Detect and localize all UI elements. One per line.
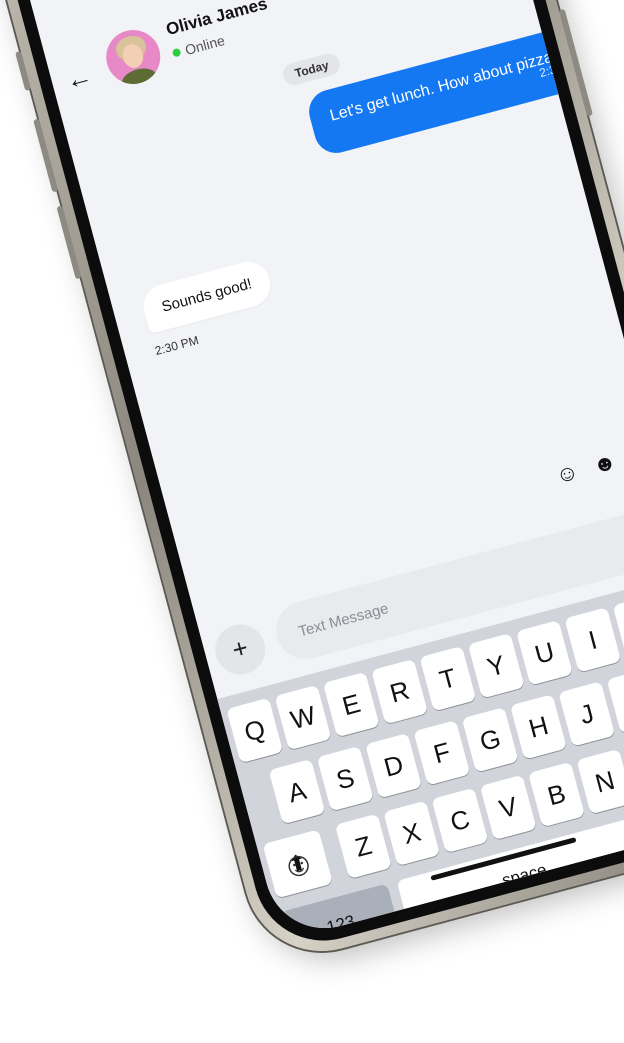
key-b[interactable]: B xyxy=(528,761,586,828)
contact-avatar[interactable] xyxy=(100,23,167,91)
key-v[interactable]: V xyxy=(479,774,537,841)
sticker-icon[interactable]: ☻ xyxy=(590,448,619,478)
key-t[interactable]: T xyxy=(419,645,477,712)
key-n[interactable]: N xyxy=(576,748,624,815)
outgoing-message[interactable]: Let's get lunch. How about pizza? 2:30 P… xyxy=(304,19,607,158)
phone-frame: ← Olivia James Online Today Let's get lu… xyxy=(0,0,624,969)
chat-screen: ← Olivia James Online Today Let's get lu… xyxy=(0,0,624,942)
key-i[interactable]: I xyxy=(564,607,622,673)
key-y[interactable]: Y xyxy=(467,633,525,699)
key-h[interactable]: H xyxy=(509,694,567,760)
day-divider: Today xyxy=(280,51,343,88)
message-text: Sounds good! xyxy=(159,275,254,316)
key-x[interactable]: X xyxy=(383,800,441,867)
key-z[interactable]: Z xyxy=(334,813,392,880)
bezel: ← Olivia James Online Today Let's get lu… xyxy=(0,0,624,957)
status-label: Online xyxy=(183,32,227,58)
composer-actions: ☺ ☻ xyxy=(553,444,624,489)
attach-plus-button[interactable]: + xyxy=(209,618,271,681)
key-q[interactable]: Q xyxy=(226,697,284,764)
key-w[interactable]: W xyxy=(274,684,332,751)
key-c[interactable]: C xyxy=(431,787,489,854)
side-button xyxy=(15,50,32,92)
online-dot-icon xyxy=(171,47,182,58)
key-e[interactable]: E xyxy=(322,671,380,738)
incoming-message[interactable]: Sounds good! xyxy=(138,257,275,334)
emoji-icon[interactable]: ☺ xyxy=(553,458,581,488)
back-arrow-icon[interactable]: ← xyxy=(62,60,95,97)
key-g[interactable]: G xyxy=(461,707,519,773)
key-d[interactable]: D xyxy=(365,733,423,799)
key-j[interactable]: J xyxy=(558,681,616,747)
key-a[interactable]: A xyxy=(268,758,326,825)
key-r[interactable]: R xyxy=(371,658,429,725)
message-time: 2:30 PM xyxy=(537,55,585,81)
key-s[interactable]: S xyxy=(316,745,374,812)
message-time: 2:30 PM xyxy=(153,332,201,359)
key-f[interactable]: F xyxy=(413,720,471,786)
key-u[interactable]: U xyxy=(516,620,573,686)
